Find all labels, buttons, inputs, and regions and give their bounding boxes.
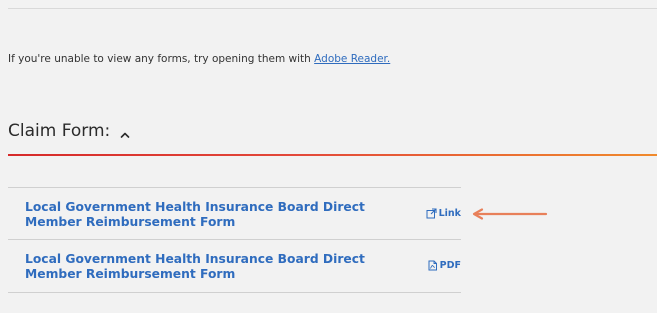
chevron-up-icon[interactable] bbox=[119, 126, 131, 138]
form-row-link: Local Government Health Insurance Board … bbox=[8, 187, 461, 239]
external-link-icon bbox=[426, 208, 437, 219]
form-row-pdf: Local Government Health Insurance Board … bbox=[8, 239, 461, 293]
annotation-arrow bbox=[472, 208, 548, 220]
pdf-file-icon bbox=[428, 260, 437, 271]
notice-text: If you're unable to view any forms, try … bbox=[8, 53, 315, 65]
section-accent-divider bbox=[8, 154, 657, 156]
claim-forms-list: Local Government Health Insurance Board … bbox=[8, 187, 461, 293]
form-pdf-label: PDF bbox=[439, 260, 461, 271]
top-divider bbox=[8, 8, 657, 9]
claim-form-section-toggle[interactable]: Claim Form: bbox=[8, 121, 131, 141]
page: If you're unable to view any forms, try … bbox=[0, 0, 657, 313]
form-title-link[interactable]: Local Government Health Insurance Board … bbox=[25, 200, 365, 230]
section-title: Claim Form: bbox=[8, 121, 111, 141]
adobe-reader-notice: If you're unable to view any forms, try … bbox=[8, 53, 390, 65]
form-link-label: Link bbox=[438, 208, 461, 219]
form-link-button[interactable]: Link bbox=[426, 208, 461, 219]
form-title-pdf[interactable]: Local Government Health Insurance Board … bbox=[25, 252, 365, 282]
adobe-reader-link[interactable]: Adobe Reader. bbox=[314, 53, 390, 65]
form-pdf-button[interactable]: PDF bbox=[427, 260, 461, 271]
